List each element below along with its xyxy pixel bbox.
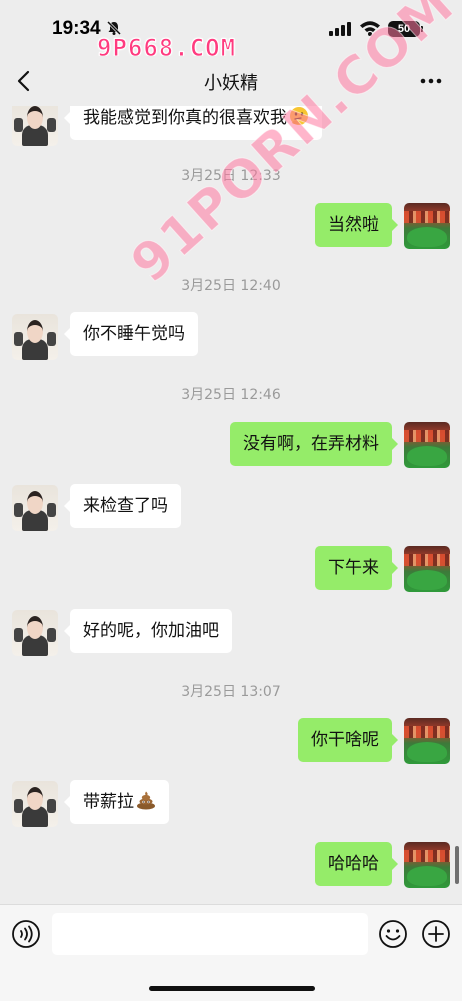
message-row: 没有啊，在弄材料	[0, 422, 462, 470]
timestamp: 3月25日 13:07	[181, 684, 281, 700]
message-bubble-received[interactable]: 带薪拉	[64, 780, 169, 824]
my-avatar[interactable]	[404, 203, 450, 249]
battery-icon: 50	[388, 21, 420, 37]
timestamp: 3月25日 12:33	[181, 168, 281, 184]
message-row: 你不睡午觉吗	[0, 312, 462, 360]
message-row: 哈哈哈	[0, 842, 462, 890]
plus-icon[interactable]	[421, 919, 451, 949]
nav-bar: 小妖精	[0, 56, 462, 106]
timestamp: 3月25日 12:46	[181, 387, 281, 403]
message-bubble-received[interactable]: 来检查了吗	[64, 484, 181, 528]
contact-avatar[interactable]	[12, 610, 58, 656]
emoji-picker-icon[interactable]	[378, 919, 408, 949]
message-bubble-received[interactable]: 我能感觉到你真的很喜欢我	[64, 106, 322, 140]
my-avatar[interactable]	[404, 842, 450, 888]
wifi-icon	[360, 21, 380, 36]
message-text: 我能感觉到你真的很喜欢我	[83, 108, 287, 128]
message-row: 带薪拉	[0, 780, 462, 828]
message-row: 下午来	[0, 546, 462, 594]
my-avatar[interactable]	[404, 718, 450, 764]
home-indicator[interactable]	[149, 986, 315, 991]
voice-input-icon[interactable]	[11, 919, 41, 949]
more-options-icon[interactable]	[418, 69, 444, 93]
my-avatar[interactable]	[404, 546, 450, 592]
message-bubble-sent[interactable]: 哈哈哈	[315, 842, 398, 886]
pile-of-poo-icon	[137, 791, 155, 810]
scrollbar-thumb[interactable]	[455, 846, 459, 884]
battery-tip	[421, 26, 423, 32]
contact-avatar[interactable]	[12, 485, 58, 531]
message-row: 来检查了吗	[0, 484, 462, 532]
contact-avatar[interactable]	[12, 106, 58, 146]
my-avatar[interactable]	[404, 422, 450, 468]
message-bubble-sent[interactable]: 你干啥呢	[298, 718, 398, 762]
message-row: 好的呢，你加油吧	[0, 609, 462, 657]
contact-avatar[interactable]	[12, 781, 58, 827]
message-bubble-sent[interactable]: 当然啦	[315, 203, 398, 247]
message-row: 你干啥呢	[0, 718, 462, 766]
message-input[interactable]	[52, 913, 368, 955]
thinking-face-icon	[290, 107, 308, 125]
message-bubble-sent[interactable]: 没有啊，在弄材料	[230, 422, 398, 466]
status-time: 19:34	[52, 18, 101, 39]
contact-avatar[interactable]	[12, 314, 58, 360]
status-bar: 19:34 50 9P668.COM	[0, 0, 462, 63]
chat-title: 小妖精	[204, 73, 258, 94]
message-text: 带薪拉	[83, 792, 134, 812]
message-bubble-received[interactable]: 你不睡午觉吗	[64, 312, 198, 356]
message-bubble-received[interactable]: 好的呢，你加油吧	[64, 609, 232, 653]
message-bubble-sent[interactable]: 下午来	[315, 546, 398, 590]
message-row: 当然啦	[0, 203, 462, 251]
timestamp: 3月25日 12:40	[181, 278, 281, 294]
message-row: 我能感觉到你真的很喜欢我	[0, 106, 462, 146]
chat-messages-area[interactable]: 我能感觉到你真的很喜欢我 3月25日 12:33 当然啦 3月25日 12:40…	[0, 106, 462, 904]
cellular-signal-icon	[329, 22, 351, 36]
